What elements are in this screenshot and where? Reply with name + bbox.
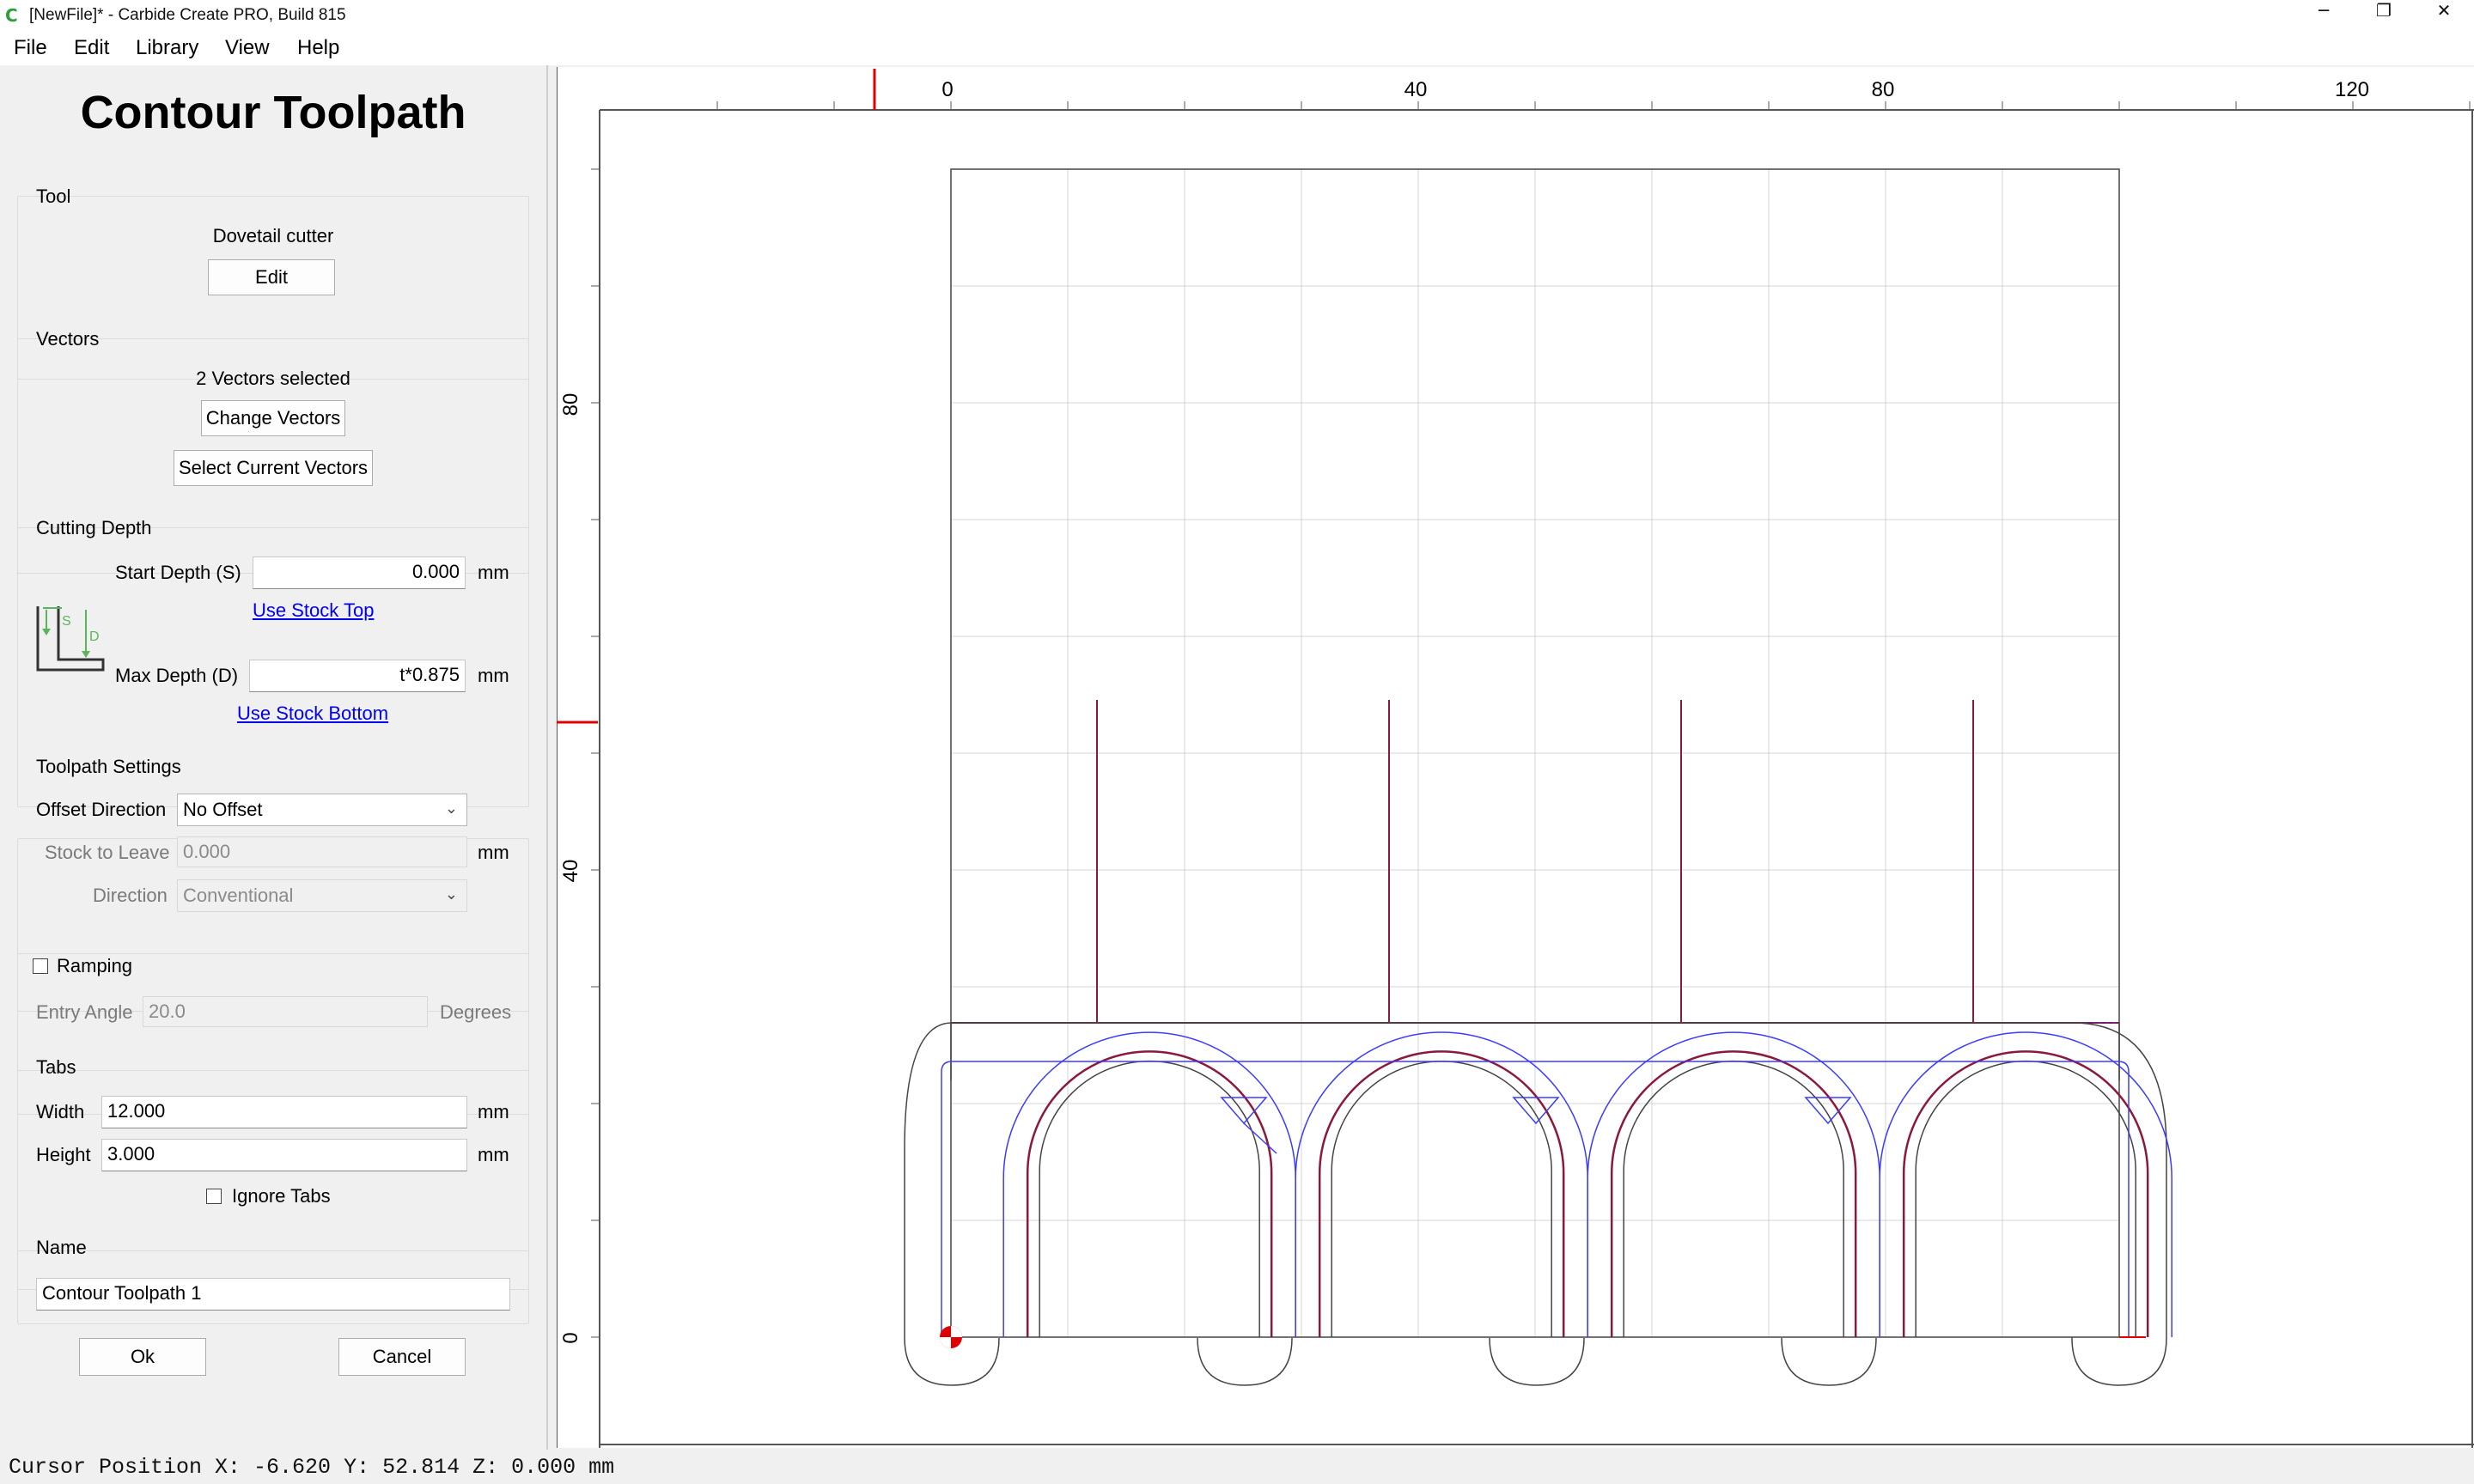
ramping-checkbox[interactable] — [33, 958, 48, 974]
start-depth-label: Start Depth (S) — [115, 562, 241, 583]
tab-height-label: Height — [36, 1144, 91, 1165]
use-stock-top-link[interactable]: Use Stock Top — [253, 599, 374, 622]
entry-angle-input[interactable]: 20.0 — [143, 996, 428, 1027]
lead-in-line — [1243, 1122, 1277, 1154]
ramping-label: Ramping — [57, 955, 133, 976]
x-tick-label: 80 — [1872, 78, 1895, 101]
offset-direction-select[interactable]: No Offset ⌄ — [177, 794, 467, 826]
max-depth-input[interactable]: t*0.875 — [249, 660, 466, 692]
tab-width-input[interactable]: 12.000 — [101, 1096, 467, 1128]
direction-value: Conventional — [183, 885, 294, 906]
y-tick-label: 80 — [559, 393, 582, 417]
top-ruler — [557, 67, 2474, 110]
menu-help[interactable]: Help — [297, 36, 339, 60]
design-canvas[interactable]: 0 40 80 120 80 40 0 — [556, 67, 2474, 1448]
part-outline — [1197, 1337, 1293, 1386]
tab-width-unit: mm — [478, 1101, 509, 1122]
tab-height-input[interactable]: 3.000 — [101, 1139, 467, 1171]
origin-marker-quarter — [940, 1337, 951, 1348]
y-tick-label: 0 — [559, 1332, 582, 1343]
vectors-group-label: Vectors — [36, 328, 100, 350]
panel-title: Contour Toolpath — [80, 87, 466, 138]
x-tick-label: 40 — [1405, 78, 1428, 101]
entry-angle-unit: Degrees — [440, 1001, 512, 1023]
canvas-svg[interactable]: 0 40 80 120 80 40 0 — [556, 67, 2474, 1448]
change-vectors-button[interactable]: Change Vectors — [201, 400, 345, 436]
part-outline — [904, 1149, 1000, 1386]
start-depth-unit: mm — [478, 562, 509, 583]
status-bar: Cursor Position X: -6.620 Y: 52.814 Z: 0… — [0, 1450, 2474, 1484]
entry-angle-label: Entry Angle — [36, 1001, 133, 1023]
tool-group-label: Tool — [36, 186, 71, 207]
part-outline — [1781, 1337, 1877, 1386]
ignore-tabs-label: Ignore Tabs — [232, 1185, 331, 1207]
menu-file[interactable]: File — [14, 36, 47, 60]
edit-tool-button[interactable]: Edit — [208, 259, 335, 295]
name-group-label: Name — [36, 1237, 87, 1258]
x-tick-label: 120 — [2335, 78, 2369, 101]
toolpath-settings-label: Toolpath Settings — [36, 756, 181, 777]
left-ruler — [557, 67, 600, 1448]
minimize-icon[interactable]: ─ — [2294, 0, 2354, 31]
stock-grid — [950, 168, 2120, 1338]
contour-toolpath-panel: Contour Toolpath Tool Dovetail cutter Ed… — [0, 65, 546, 1450]
stock-to-leave-input[interactable]: 0.000 — [177, 836, 467, 867]
max-depth-unit: mm — [478, 665, 509, 686]
arch-selected-vector — [1610, 1050, 1857, 1337]
tabs-group-label: Tabs — [36, 1056, 76, 1078]
ignore-tabs-checkbox[interactable] — [206, 1189, 222, 1204]
select-current-vectors-button[interactable]: Select Current Vectors — [174, 450, 373, 486]
arch-toolpath-outer — [1002, 1031, 1296, 1337]
title-bar: C [NewFile]* - Carbide Create PRO, Build… — [0, 0, 2474, 31]
arch-selected-vector — [1318, 1050, 1565, 1337]
arch-toolpath-outer — [1295, 1031, 1588, 1337]
arch-toolpath-outer — [1587, 1031, 1880, 1337]
tool-name: Dovetail cutter — [212, 225, 334, 246]
part-outline — [1489, 1337, 1585, 1386]
offset-direction-value: No Offset — [183, 799, 263, 820]
cursor-position: Cursor Position X: -6.620 Y: 52.814 Z: 0… — [9, 1455, 615, 1480]
stock-to-leave-label: Stock to Leave — [45, 842, 170, 863]
tab-width-label: Width — [36, 1101, 85, 1122]
menu-edit[interactable]: Edit — [74, 36, 109, 60]
direction-label: Direction — [93, 885, 168, 906]
toolpath-name-input[interactable]: Contour Toolpath 1 — [36, 1278, 510, 1311]
panel-splitter[interactable] — [546, 65, 548, 1450]
chevron-down-icon: ⌄ — [444, 800, 458, 817]
depth-diagram-icon: S D — [36, 605, 105, 673]
arch-selected-vector — [1026, 1050, 1273, 1337]
menu-bar: File Edit Library View Help — [0, 31, 2474, 65]
y-tick-label: 40 — [559, 860, 582, 883]
origin-marker-quarter — [951, 1326, 962, 1337]
stock-to-leave-unit: mm — [478, 842, 509, 863]
offset-direction-label: Offset Direction — [36, 799, 167, 820]
ruler-ticks — [591, 101, 2471, 1338]
ok-button[interactable]: Ok — [79, 1338, 206, 1376]
diagram-s-label: S — [62, 614, 71, 629]
vectors-status: 2 Vectors selected — [196, 368, 350, 389]
max-depth-label: Max Depth (D) — [115, 665, 239, 686]
cancel-button[interactable]: Cancel — [338, 1338, 466, 1376]
menu-view[interactable]: View — [225, 36, 270, 60]
window-title: [NewFile]* - Carbide Create PRO, Build 8… — [29, 6, 346, 24]
x-tick-label: 0 — [941, 78, 953, 101]
diagram-d-label: D — [89, 629, 100, 644]
arch-toolpath-outer — [1879, 1031, 2172, 1337]
menu-library[interactable]: Library — [136, 36, 198, 60]
chevron-down-icon: ⌄ — [444, 885, 458, 903]
carbide-logo-icon: C — [5, 5, 18, 26]
use-stock-bottom-link[interactable]: Use Stock Bottom — [237, 702, 388, 725]
cutting-depth-group-label: Cutting Depth — [36, 517, 152, 538]
direction-select[interactable]: Conventional ⌄ — [177, 879, 467, 912]
arch-selected-vector — [1902, 1050, 2149, 1337]
close-icon[interactable]: ✕ — [2414, 0, 2474, 31]
start-depth-input[interactable]: 0.000 — [253, 556, 466, 589]
arch-vectors — [941, 1031, 2172, 1337]
arch-inner-outline — [1915, 1060, 2136, 1337]
restore-icon[interactable]: ❐ — [2354, 0, 2414, 31]
tab-height-unit: mm — [478, 1144, 509, 1165]
